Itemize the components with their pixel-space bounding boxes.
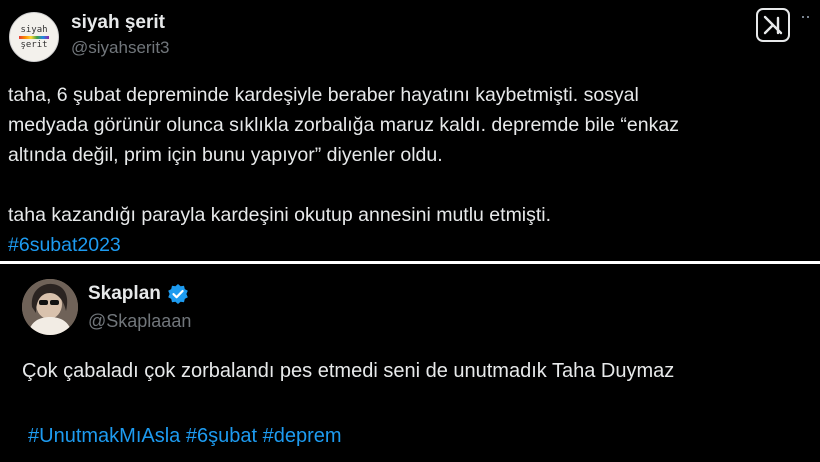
hashtag-link[interactable]: #deprem bbox=[263, 425, 342, 447]
tweet-text: taha, 6 şubat depreminde kardeşiyle bera… bbox=[8, 80, 808, 260]
profile-photo-icon bbox=[22, 279, 78, 335]
tweet-text-line: taha kazandığı parayla kardeşini okutup … bbox=[8, 204, 552, 226]
avatar-text: siyah bbox=[20, 24, 48, 35]
avatar[interactable]: siyah şerit bbox=[9, 12, 59, 62]
display-name[interactable]: siyah şerit bbox=[71, 12, 165, 34]
more-options-icon[interactable]: ·· bbox=[800, 6, 811, 27]
hashtag-row: #UnutmakMıAsla #6şubat #deprem bbox=[28, 423, 342, 449]
avatar[interactable] bbox=[22, 279, 78, 335]
tweet-text: Çok çabaladı çok zorbalandı pes etmedi s… bbox=[22, 360, 675, 382]
user-handle[interactable]: @siyahserit3 bbox=[71, 38, 170, 58]
verified-badge-icon bbox=[168, 284, 188, 304]
avatar-text: şerit bbox=[20, 39, 48, 50]
hashtag-link[interactable]: #UnutmakMıAsla bbox=[28, 425, 180, 447]
tweet-text-line: taha, 6 şubat depreminde kardeşiyle bera… bbox=[8, 84, 639, 106]
display-name[interactable]: Skaplan bbox=[88, 283, 161, 305]
user-handle[interactable]: @Skaplaaan bbox=[88, 311, 191, 332]
tweet-text-line: medyada görünür olunca sıklıkla zorbalığ… bbox=[8, 114, 679, 136]
hashtag-link[interactable]: #6şubat bbox=[186, 425, 257, 447]
name-row: Skaplan bbox=[88, 283, 189, 305]
hashtag-link[interactable]: #6subat2023 bbox=[8, 234, 121, 256]
tweet-reply: Skaplan @Skaplaaan Çok çabaladı çok zorb… bbox=[0, 264, 820, 462]
tweet-quoted: siyah şerit siyah şerit @siyahserit3 ·· … bbox=[0, 0, 820, 262]
grok-button[interactable] bbox=[756, 8, 790, 42]
rainbow-stripe bbox=[19, 35, 49, 39]
tweet-text-line: altında değil, prim için bunu yapıyor” d… bbox=[8, 144, 443, 166]
grok-icon bbox=[763, 15, 783, 35]
